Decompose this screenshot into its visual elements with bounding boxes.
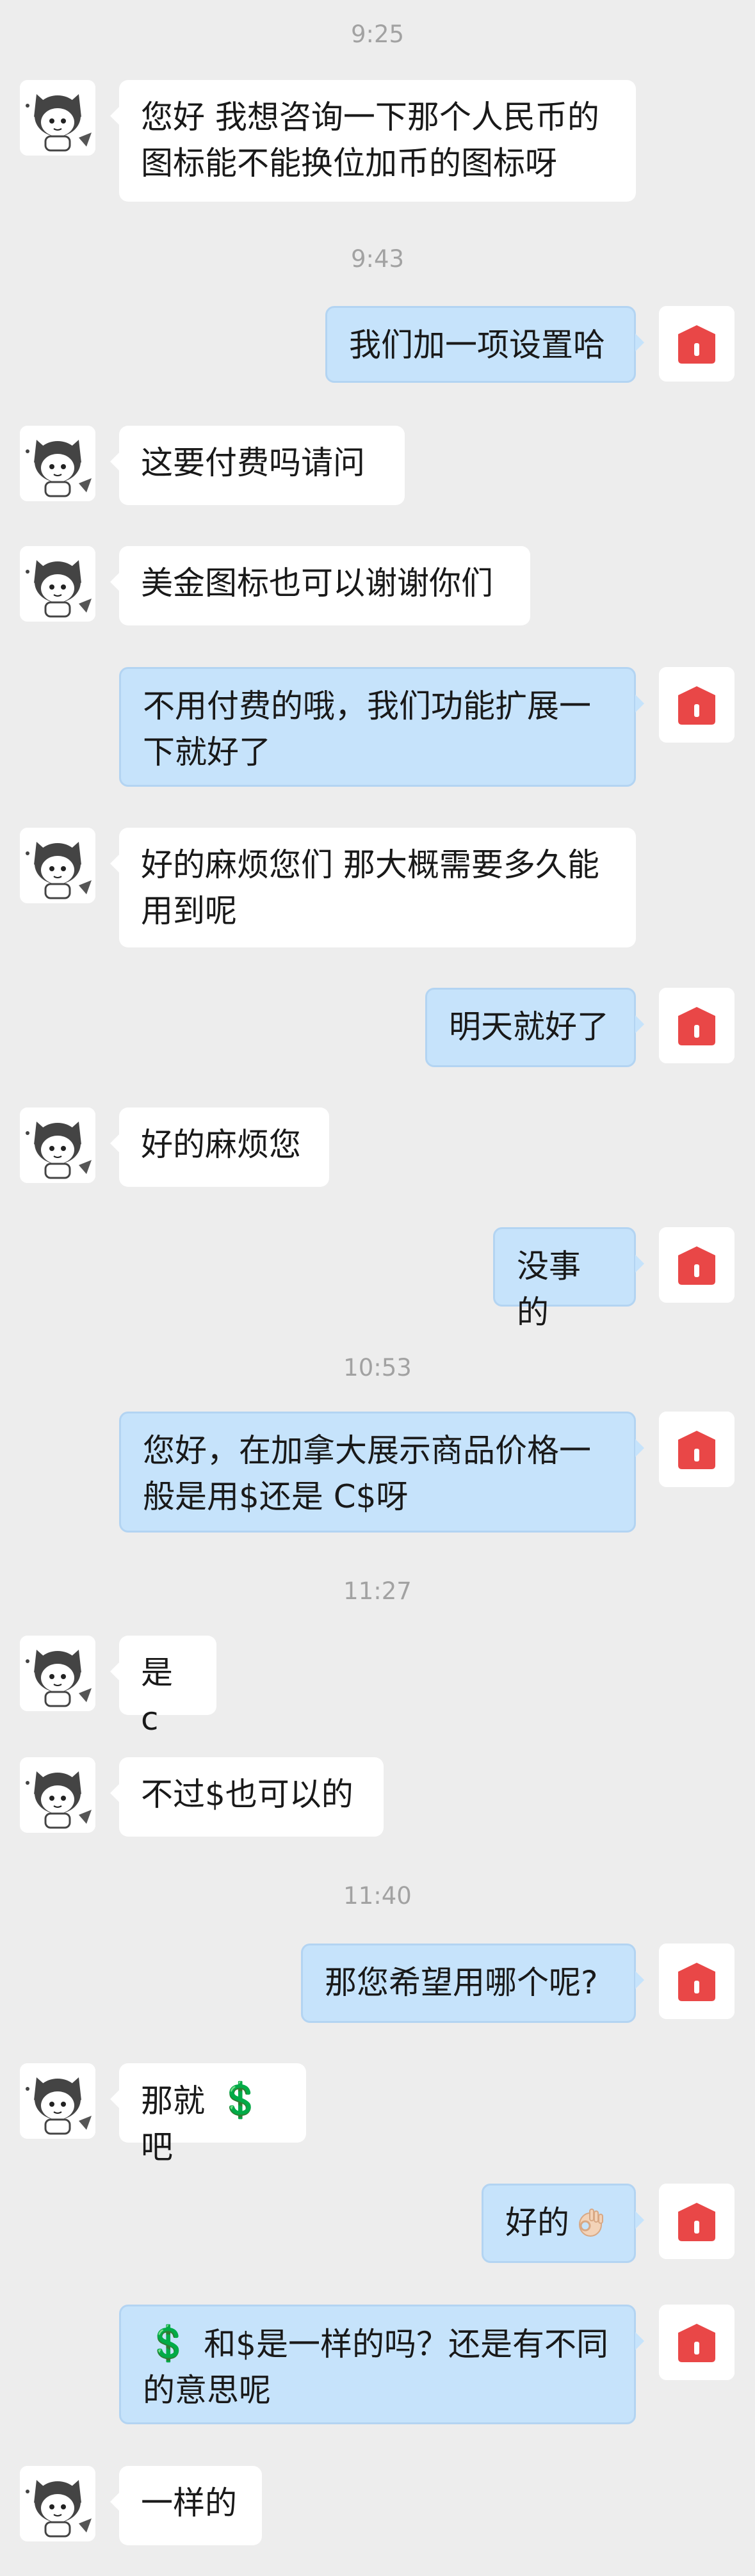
message-bubble[interactable]: 好的麻烦您 [110, 1107, 329, 1187]
customer-avatar[interactable] [20, 1757, 95, 1833]
message-text: 那您希望用哪个呢? [325, 1964, 598, 2001]
shop-avatar[interactable] [659, 2305, 735, 2380]
message-text: 一样的 [141, 2484, 237, 2522]
message-text: 不过$也可以的 [141, 1776, 353, 1813]
message-text: 明天就好了 [449, 1008, 609, 1045]
shop-avatar[interactable] [659, 1412, 735, 1487]
message-bubble[interactable]: 一样的 [110, 2466, 262, 2545]
message-text: 好的麻烦您们 那大概需要多久能用到呢 [141, 846, 599, 930]
message-text: 好的 [505, 2204, 569, 2241]
message-bubble[interactable]: 美金图标也可以谢谢你们 [110, 546, 530, 625]
timestamp: 9:25 [350, 20, 405, 48]
timestamp: 9:43 [350, 245, 405, 273]
shop-avatar[interactable] [659, 988, 735, 1063]
message-text-post: 和$是一样的吗？还是有不同的意思呢 [143, 2326, 608, 2409]
dollar-emoji-icon: 💲 [218, 2080, 263, 2120]
message-text: 您好，在加拿大展示商品价格一般是用$还是 C$呀 [143, 1432, 591, 1515]
message-bubble[interactable]: 不过$也可以的 [110, 1757, 384, 1837]
customer-avatar[interactable] [20, 2063, 95, 2139]
ok-hand-emoji-icon [579, 2209, 603, 2237]
customer-avatar[interactable] [20, 2466, 95, 2541]
message-bubble[interactable]: 不用付费的哦，我们功能扩展一下就好了 [119, 667, 644, 787]
message-text-pre: 那就 [141, 2082, 215, 2120]
message-text: 好的麻烦您 [141, 1126, 301, 1163]
shop-avatar[interactable] [659, 2184, 735, 2259]
timestamp: 11:40 [343, 1882, 412, 1910]
message-bubble[interactable]: 是 c [110, 1636, 216, 1737]
message-bubble[interactable]: 您好 我想咨询一下那个人民币的图标能不能换位加币的图标呀 [110, 80, 636, 202]
message-text: 是 c [141, 1654, 173, 1737]
message-text-post: 吧 [141, 2129, 173, 2166]
message-text: 没事的 [517, 1248, 581, 1331]
shop-avatar[interactable] [659, 306, 735, 382]
message-text: 美金图标也可以谢谢你们 [141, 565, 493, 602]
shop-avatar[interactable] [659, 667, 735, 743]
message-text: 这要付费吗请问 [141, 444, 365, 481]
message-text: 您好 我想咨询一下那个人民币的图标能不能换位加币的图标呀 [141, 99, 599, 182]
message-bubble[interactable]: 💲 和$是一样的吗？还是有不同的意思呢 [119, 2305, 644, 2424]
message-bubble[interactable]: 明天就好了 [425, 988, 644, 1067]
customer-avatar[interactable] [20, 426, 95, 501]
message-bubble[interactable]: 我们加一项设置哈 [325, 306, 644, 383]
message-bubble[interactable]: 好的 [482, 2184, 644, 2263]
chat-conversation: 9:25 您好 我想咨询一下那个人民币的图标能不能换位加币的图标呀 9:43 我… [0, 0, 755, 2576]
customer-avatar[interactable] [20, 546, 95, 622]
timestamp: 11:27 [343, 1577, 412, 1605]
customer-avatar[interactable] [20, 828, 95, 903]
customer-avatar[interactable] [20, 80, 95, 156]
message-bubble[interactable]: 那就 💲 吧 [110, 2063, 306, 2166]
timestamp: 10:53 [343, 1354, 412, 1381]
dollar-emoji-icon: 💲 [147, 2323, 190, 2363]
shop-avatar[interactable] [659, 1944, 735, 2019]
message-bubble[interactable]: 您好，在加拿大展示商品价格一般是用$还是 C$呀 [119, 1412, 644, 1533]
message-bubble[interactable]: 没事的 [493, 1227, 644, 1331]
message-bubble[interactable]: 好的麻烦您们 那大概需要多久能用到呢 [110, 828, 636, 947]
message-text: 我们加一项设置哈 [349, 326, 605, 364]
message-bubble[interactable]: 这要付费吗请问 [110, 426, 405, 505]
customer-avatar[interactable] [20, 1636, 95, 1711]
message-bubble[interactable]: 那您希望用哪个呢? [301, 1944, 644, 2023]
message-text: 不用付费的哦，我们功能扩展一下就好了 [143, 688, 591, 771]
shop-avatar[interactable] [659, 1227, 735, 1303]
customer-avatar[interactable] [20, 1107, 95, 1183]
